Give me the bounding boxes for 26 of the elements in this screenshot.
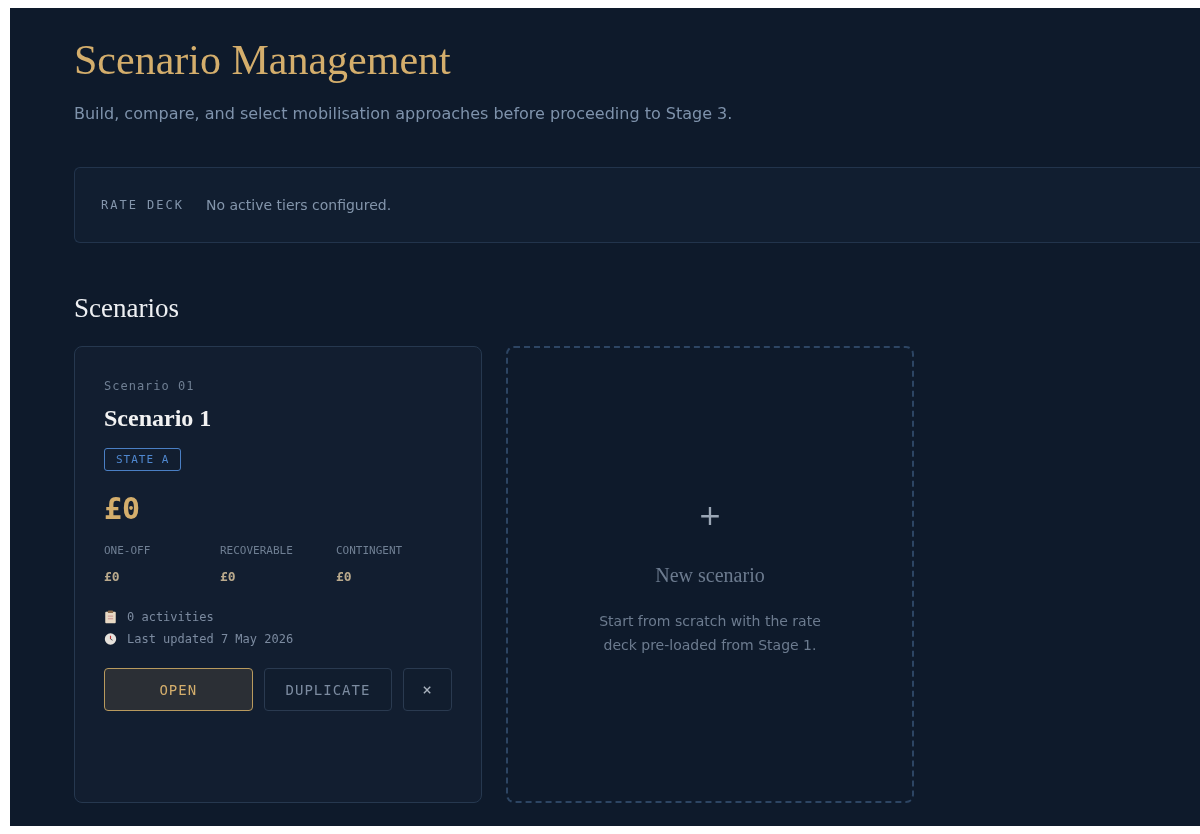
state-tag: STATE A [104, 448, 182, 471]
scenario-code: Scenario 01 [104, 379, 196, 393]
last-updated: Last updated 7 May 2026 [127, 632, 294, 646]
delete-button[interactable]: × [403, 668, 452, 711]
new-scenario-card[interactable]: + New scenario Start from scratch with the rate deck pre-loaded from Stage 1. [506, 346, 914, 803]
rate-deck-message: No active tiers configured. [206, 197, 392, 213]
clipboard-icon [104, 610, 117, 624]
plus-icon: + [698, 502, 722, 530]
clock-icon [104, 632, 117, 646]
cost-label: RECOVERABLE [220, 544, 294, 557]
new-scenario-description: Start from scratch with the rate deck pre-loaded from Stage 1. [598, 612, 822, 655]
open-button[interactable]: OPEN [104, 668, 253, 711]
cost-value: £0 [220, 569, 237, 584]
page-title: Scenario Management [74, 36, 452, 84]
scenario-total: £0 [104, 491, 142, 526]
cost-label: ONE-OFF [104, 544, 152, 557]
rate-deck-label: RATE DECK [101, 198, 185, 212]
new-scenario-title: New scenario [655, 564, 765, 587]
cost-value: £0 [104, 569, 121, 584]
activity-count: 0 activities [127, 610, 214, 624]
scenario-name: Scenario 1 [104, 405, 213, 432]
cost-value: £0 [336, 569, 353, 584]
duplicate-button[interactable]: DUPLICATE [263, 668, 393, 711]
cost-label: CONTINGENT [336, 544, 404, 557]
page-subtitle: Build, compare, and select mobilisation approaches before proceeding to Stage 3. [74, 104, 734, 123]
section-heading: Scenarios [74, 293, 180, 324]
